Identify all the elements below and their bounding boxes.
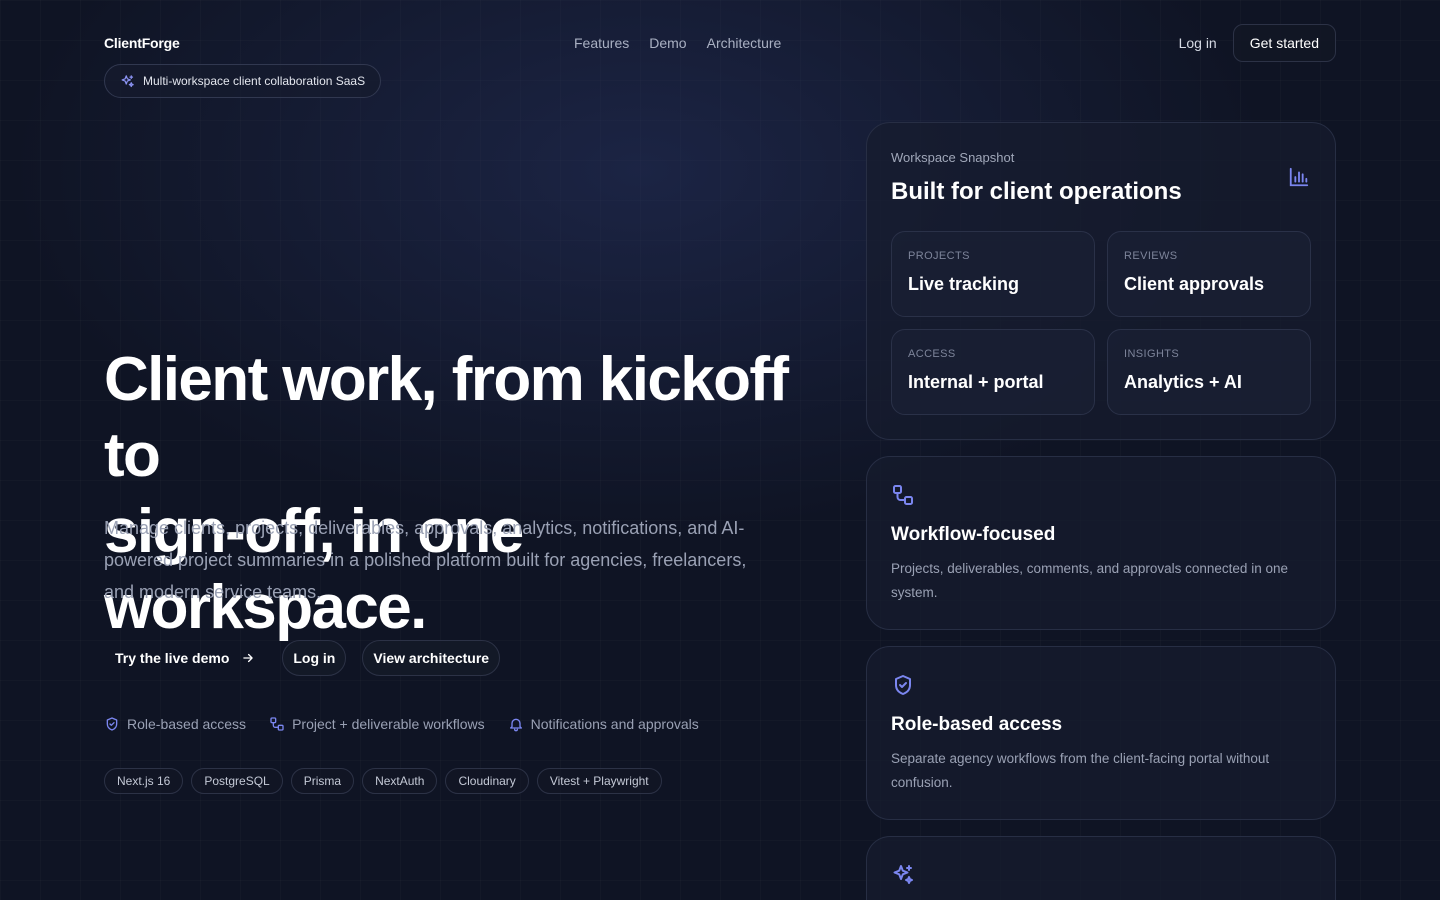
tag-postgresql: PostgreSQL [191,768,283,794]
stat-label: ACCESS [908,348,956,360]
stat-label: INSIGHTS [1124,348,1180,360]
top-nav: ClientForge Features Demo Architecture L… [104,24,1336,62]
hero-title-line-1: Client work, from kickoff to [104,345,789,490]
workflow-icon [270,717,284,731]
workspace-snapshot-panel: Workspace Snapshot Built for client oper… [866,122,1336,440]
sparkles-icon [121,74,134,87]
stat-card-reviews: REVIEWS Client approvals [1107,231,1311,317]
hero-subtitle: Manage clients, projects, deliverables, … [104,518,747,602]
tag-nextjs: Next.js 16 [104,768,184,794]
brand-logo[interactable]: ClientForge [104,35,180,51]
feature-card-description: Separate agency workflows from the clien… [891,751,1270,790]
shield-check-icon [895,675,911,695]
tag-nextauth: NextAuth [362,768,438,794]
feature-highlights: Role-based access Project + deliverable … [104,716,699,732]
stat-value: Internal + portal [908,372,1044,392]
feature-workflows: Project + deliverable workflows [269,716,485,732]
tech-stack-tags: Next.js 16 PostgreSQL Prisma NextAuth Cl… [104,768,662,794]
try-demo-button[interactable]: Try the live demo [104,640,266,676]
product-badge-label: Multi-workspace client collaboration Saa… [143,74,366,88]
get-started-button[interactable]: Get started [1232,24,1336,62]
nav-link-features[interactable]: Features [574,35,629,51]
feature-role-access: Role-based access [104,716,246,732]
stat-value: Live tracking [908,274,1020,294]
feature-card-title: Workflow-focused [891,524,1056,545]
stat-card-insights: INSIGHTS Analytics + AI [1107,329,1311,415]
nav-link-demo[interactable]: Demo [649,35,686,51]
feature-notifications-label: Notifications and approvals [530,716,699,732]
stat-label: PROJECTS [908,250,970,262]
nav-link-architecture[interactable]: Architecture [707,35,782,51]
tag-vitest-playwright: Vitest + Playwright [536,768,662,794]
bell-icon [509,718,522,732]
snapshot-label: Workspace Snapshot [891,150,1015,165]
nav-links: Features Demo Architecture [574,35,781,51]
stat-card-projects: PROJECTS Live tracking [891,231,1095,317]
feature-card-workflow: Workflow-focused Projects, deliverables,… [866,456,1336,630]
sparkles-icon [893,865,913,884]
view-architecture-button[interactable]: View architecture [362,640,501,676]
nav-login-link[interactable]: Log in [1179,35,1217,51]
hero-login-button[interactable]: Log in [282,640,347,676]
feature-card-role-access: Role-based access Separate agency workfl… [866,646,1336,820]
stat-value: Client approvals [1124,274,1265,294]
bar-chart-icon [1289,167,1309,187]
stat-value: Analytics + AI [1124,372,1242,392]
feature-card-description: Projects, deliverables, comments, and ap… [891,561,1288,600]
product-badge: Multi-workspace client collaboration Saa… [104,64,381,98]
snapshot-title: Built for client operations [891,178,1182,205]
stat-card-access: ACCESS Internal + portal [891,329,1095,415]
tag-prisma: Prisma [290,768,355,794]
feature-card-title: Role-based access [891,714,1063,735]
arrow-right-icon [243,653,254,663]
feature-workflows-label: Project + deliverable workflows [292,716,485,732]
feature-card-ai [866,836,1336,900]
tag-cloudinary: Cloudinary [445,768,529,794]
try-demo-label: Try the live demo [115,650,230,666]
feature-role-access-label: Role-based access [127,716,247,732]
hero-cta-row: Try the live demo Log in View architectu… [104,640,501,676]
shield-check-icon [106,717,118,731]
stat-label: REVIEWS [1124,250,1178,262]
feature-notifications: Notifications and approvals [508,716,699,732]
workflow-icon [893,485,913,505]
nav-actions: Log in Get started [1179,24,1336,62]
